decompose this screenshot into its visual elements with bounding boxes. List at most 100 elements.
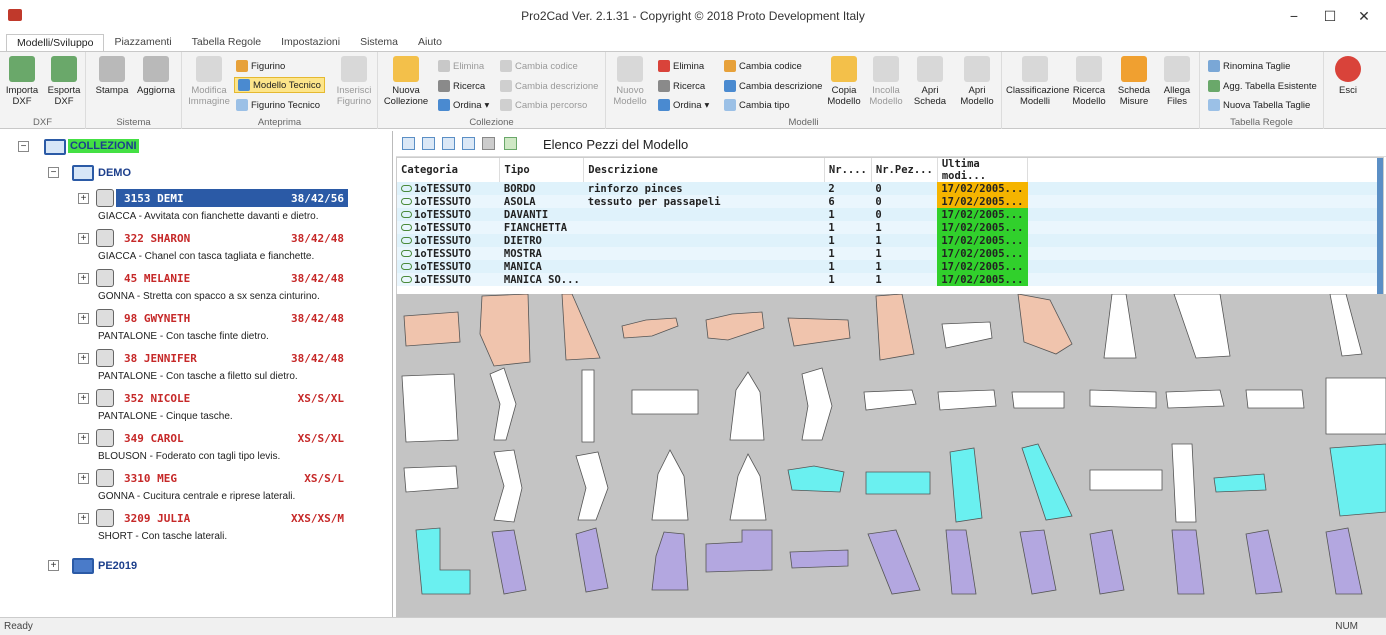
delete-model-button[interactable]: Elimina [658, 58, 704, 74]
change-path-collection-button[interactable]: Cambia percorso [500, 97, 587, 113]
pattern-piece[interactable] [1011, 391, 1065, 409]
print-icon[interactable] [482, 137, 495, 150]
classify-models-button[interactable]: Classificazione Modelli [1006, 56, 1069, 107]
search-collection-button[interactable]: Ricerca [438, 78, 485, 94]
update-existing-table-button[interactable]: Agg. Tabella Esistente [1208, 78, 1317, 94]
table-row[interactable]: 1oTESSUTO ASOLA tessuto per passapeli 6 0 17/… [397, 195, 1383, 208]
pattern-piece[interactable] [1213, 473, 1267, 493]
pattern-piece[interactable] [1325, 527, 1363, 595]
pattern-piece[interactable] [801, 367, 833, 441]
change-type-model-button[interactable]: Cambia tipo [724, 97, 790, 113]
pattern-piece[interactable] [631, 389, 699, 415]
tree-model-item[interactable]: 3153 DEMI 38/42/56 [116, 189, 348, 207]
expand-toggle[interactable]: + [78, 513, 89, 524]
tree-collection-demo[interactable]: DEMO [98, 167, 131, 179]
figurino-tecnico-button[interactable]: Figurino Tecnico [236, 97, 320, 113]
pattern-piece[interactable] [1021, 443, 1073, 521]
open-sheet-button[interactable]: Apri Scheda [908, 56, 952, 107]
pattern-piece[interactable] [479, 294, 531, 367]
figurino-button[interactable]: Figurino [236, 58, 285, 74]
pattern-piece[interactable] [1329, 294, 1363, 357]
table-row[interactable]: 1oTESSUTO FIANCHETTA 1 1 17/02/2005... [397, 221, 1383, 234]
view-details-icon[interactable] [442, 137, 455, 150]
copy-model-button[interactable]: Copia Modello [824, 56, 864, 107]
expand-toggle[interactable]: + [48, 560, 59, 571]
pattern-piece[interactable] [1089, 389, 1157, 409]
pattern-piece[interactable] [787, 465, 845, 493]
pattern-piece[interactable] [575, 527, 609, 593]
tab-piazzamenti[interactable]: Piazzamenti [104, 34, 181, 52]
paste-model-button[interactable]: Incolla Modello [866, 56, 906, 107]
exit-button[interactable]: Esci [1330, 56, 1366, 96]
column-header-ultima-modifica[interactable]: Ultima modi... [937, 158, 1029, 182]
tab-aiuto[interactable]: Aiuto [408, 34, 452, 52]
expand-toggle[interactable]: + [78, 313, 89, 324]
tree-model-item[interactable]: 98 GWYNETH 38/42/48 [116, 309, 348, 327]
pattern-piece[interactable] [581, 369, 595, 443]
export-icon[interactable] [504, 137, 517, 150]
pattern-piece[interactable] [875, 294, 915, 361]
pattern-piece[interactable] [1103, 294, 1137, 359]
vertical-scrollbar[interactable] [1377, 158, 1383, 303]
tree-collection-pe2019[interactable]: PE2019 [98, 560, 137, 572]
delete-collection-button[interactable]: Elimina [438, 58, 484, 74]
expand-toggle[interactable]: + [78, 473, 89, 484]
pattern-piece[interactable] [1171, 443, 1197, 523]
table-row[interactable]: 1oTESSUTO MANICA SO... 1 1 17/02/2005... [397, 273, 1383, 286]
print-button[interactable]: Stampa [92, 56, 132, 96]
view-grid-icon[interactable] [402, 137, 415, 150]
expand-toggle[interactable]: + [78, 433, 89, 444]
sort-collection-button[interactable]: Ordina ▾ [438, 97, 489, 113]
view-table-icon[interactable] [462, 137, 475, 150]
new-model-button[interactable]: Nuovo Modello [610, 56, 650, 107]
pattern-piece[interactable] [1171, 529, 1205, 595]
close-button[interactable]: ✕ [1344, 4, 1384, 28]
pattern-piece[interactable] [403, 465, 459, 493]
expand-toggle[interactable]: + [78, 233, 89, 244]
pattern-piece[interactable] [789, 549, 849, 569]
pattern-piece[interactable] [651, 531, 689, 591]
pattern-piece[interactable] [493, 449, 523, 523]
collection-tree[interactable]: − COLLEZIONI − DEMO +3153 DEMI 38/42/56 GI… [0, 131, 393, 617]
tree-model-item[interactable]: 38 JENNIFER 38/42/48 [116, 349, 348, 367]
export-dxf-button[interactable]: Esporta DXF [44, 56, 84, 107]
new-collection-button[interactable]: Nuova Collezione [380, 56, 432, 107]
pattern-piece[interactable] [1165, 389, 1225, 409]
new-size-table-button[interactable]: Nuova Tabella Taglie [1208, 97, 1310, 113]
search-model-large-button[interactable]: Ricerca Modello [1068, 56, 1110, 107]
pattern-piece[interactable] [401, 373, 459, 443]
pattern-piece[interactable] [1089, 469, 1163, 491]
table-row[interactable]: 1oTESSUTO BORDO rinforzo pinces 2 0 17/02/200… [397, 182, 1383, 195]
pattern-piece[interactable] [491, 529, 527, 595]
table-row[interactable]: 1oTESSUTO DIETRO 1 1 17/02/2005... [397, 234, 1383, 247]
pattern-piece[interactable] [705, 529, 773, 573]
pattern-piece[interactable] [403, 311, 461, 347]
table-row[interactable]: 1oTESSUTO MANICA 1 1 17/02/2005... [397, 260, 1383, 273]
pattern-piece[interactable] [489, 367, 517, 441]
pattern-piece[interactable] [575, 451, 609, 521]
pattern-piece[interactable] [865, 471, 931, 495]
attach-files-button[interactable]: Allega Files [1158, 56, 1196, 107]
open-model-button[interactable]: Apri Modello [956, 56, 998, 107]
change-desc-model-button[interactable]: Cambia descrizione [724, 78, 822, 94]
minimize-button[interactable]: − [1274, 4, 1314, 28]
pattern-piece[interactable] [729, 453, 767, 521]
rename-sizes-button[interactable]: Rinomina Taglie [1208, 58, 1290, 74]
table-row[interactable]: 1oTESSUTO MOSTRA 1 1 17/02/2005... [397, 247, 1383, 260]
pattern-piece[interactable] [941, 321, 993, 349]
expand-toggle[interactable]: + [78, 353, 89, 364]
table-row[interactable]: 1oTESSUTO DAVANTI 1 0 17/02/2005... [397, 208, 1383, 221]
column-header-nr-pezzi[interactable]: Nr.Pez... [871, 158, 938, 182]
pattern-piece[interactable] [621, 317, 679, 339]
collapse-toggle[interactable]: − [48, 167, 59, 178]
expand-toggle[interactable]: + [78, 273, 89, 284]
pattern-piece[interactable] [729, 371, 765, 441]
pattern-piece[interactable] [1017, 294, 1073, 355]
tree-root-collezioni[interactable]: COLLEZIONI [68, 139, 139, 153]
change-desc-collection-button[interactable]: Cambia descrizione [500, 78, 598, 94]
pattern-piece[interactable] [1019, 529, 1057, 595]
pattern-piece[interactable] [651, 449, 689, 521]
pattern-piece[interactable] [1089, 529, 1125, 595]
update-button[interactable]: Aggiorna [134, 56, 178, 96]
view-list-icon[interactable] [422, 137, 435, 150]
